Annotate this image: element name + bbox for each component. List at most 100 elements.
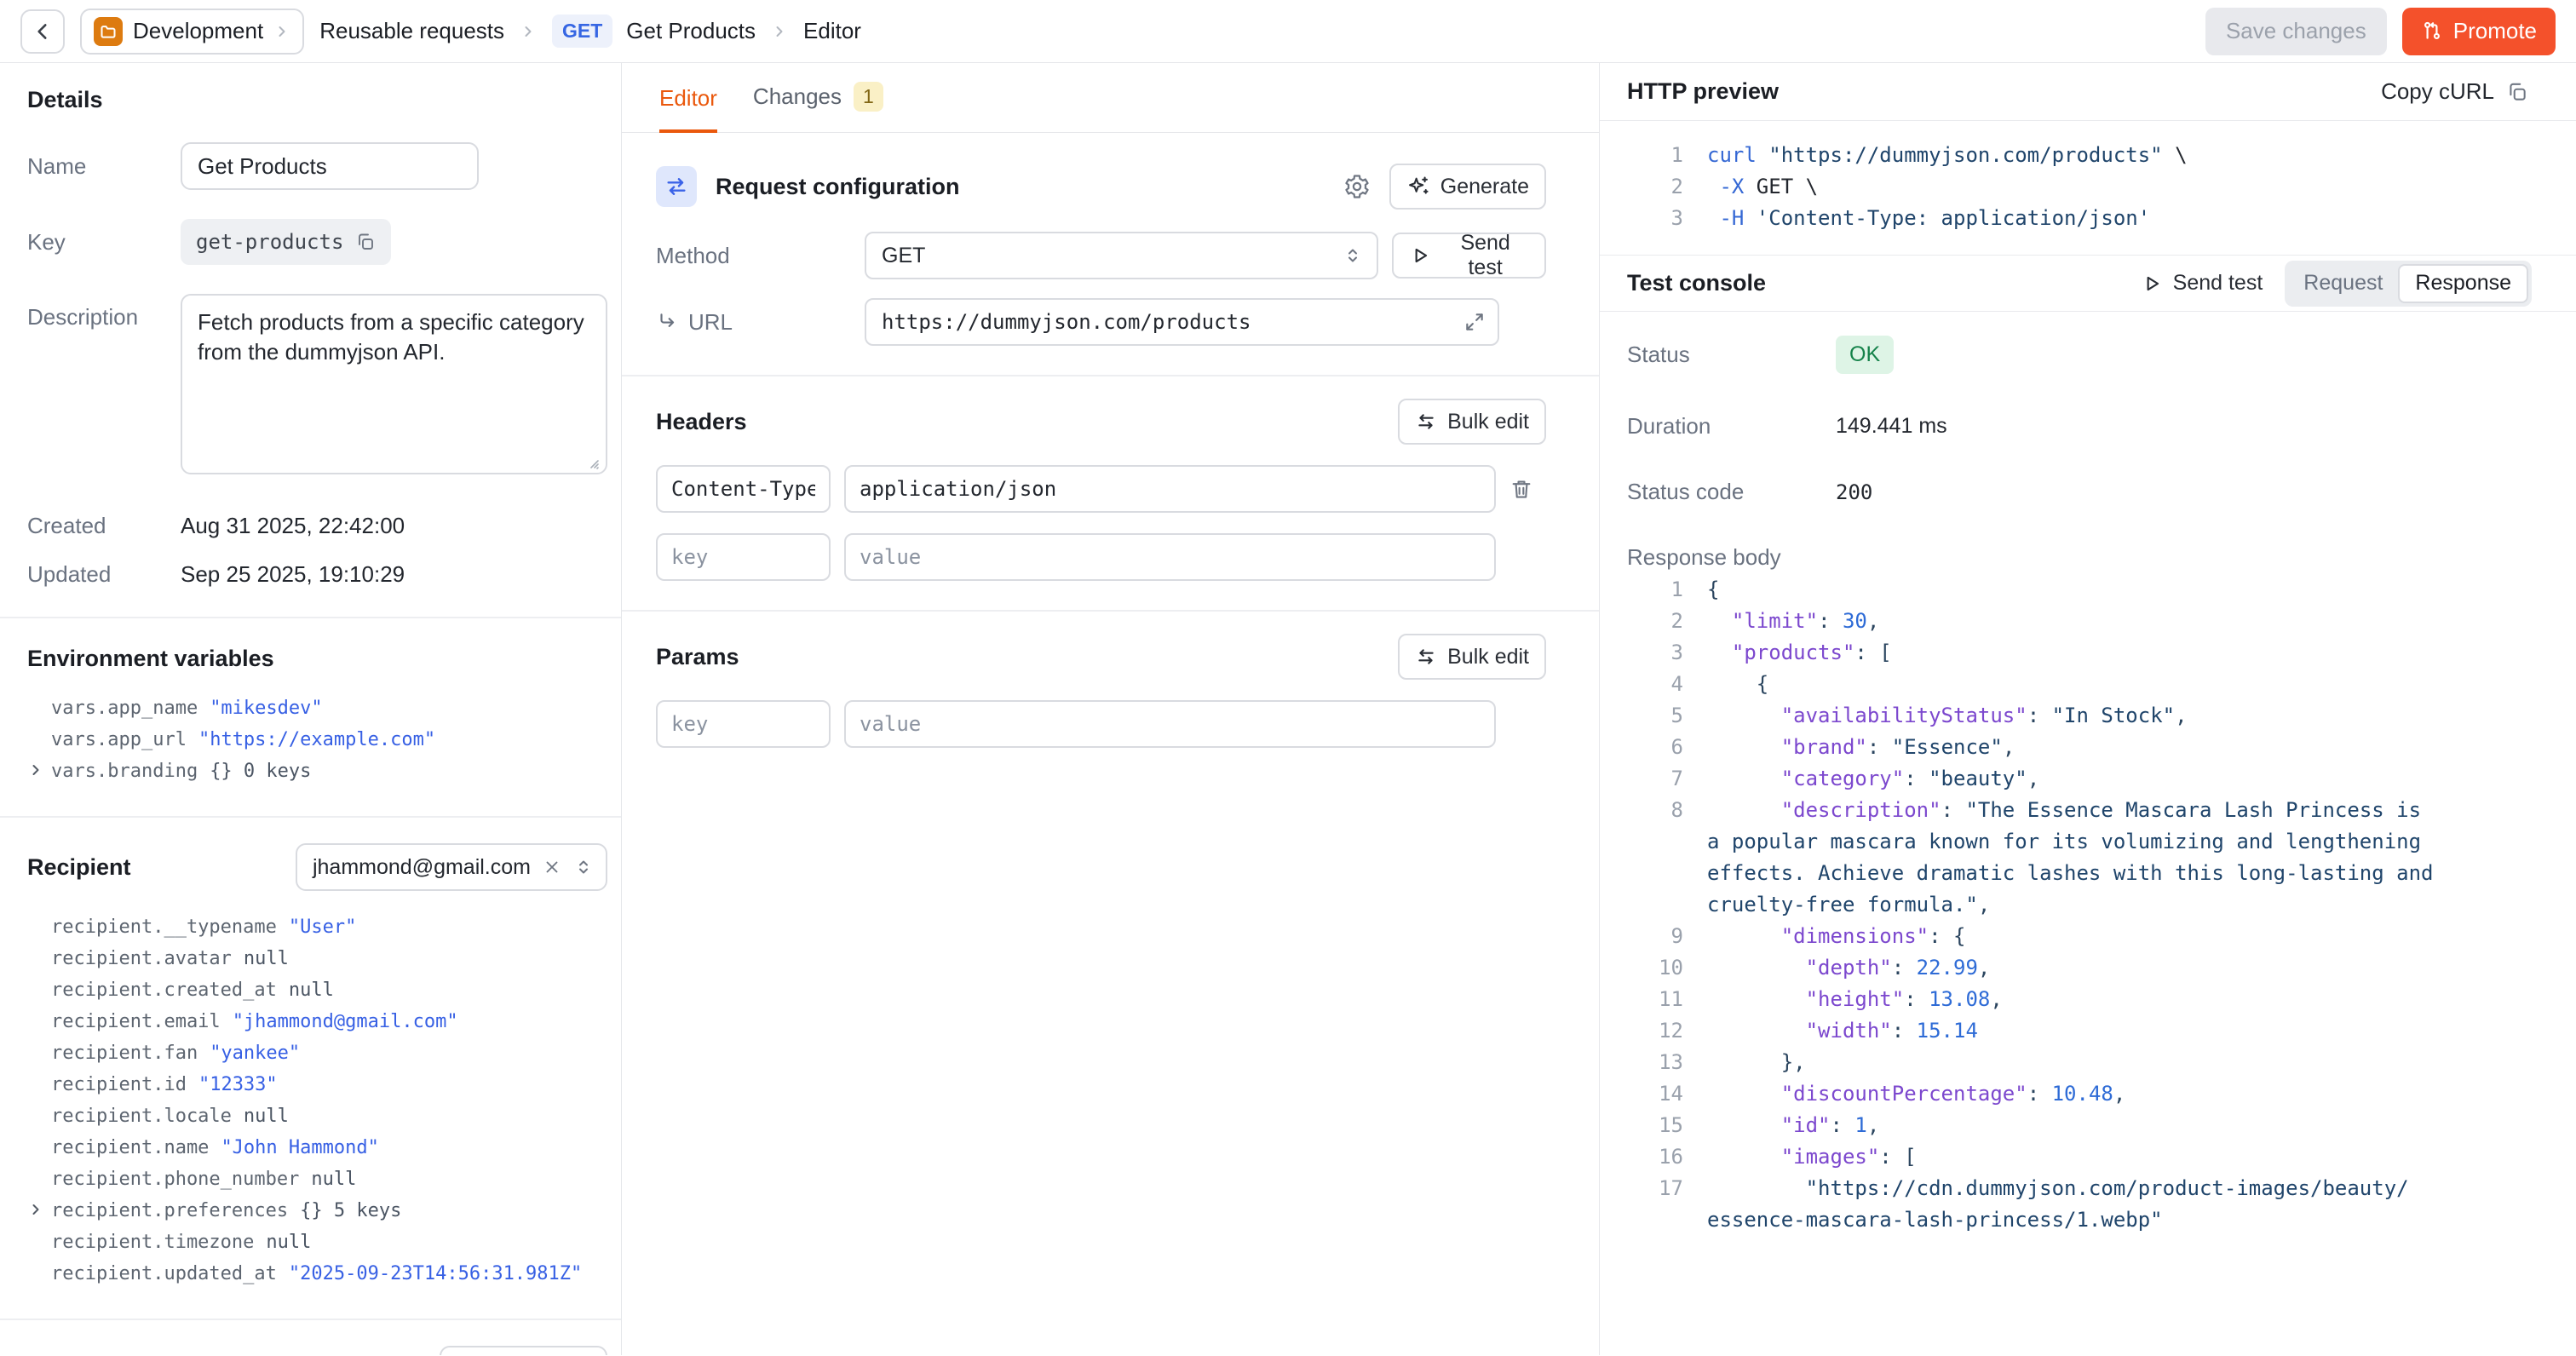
environment-variables-list: vars.app_name"mikesdev"vars.app_url"http… xyxy=(27,692,607,787)
tab-editor-label: Editor xyxy=(659,85,717,112)
method-value: GET xyxy=(882,244,925,268)
headers-rows xyxy=(656,465,1546,513)
console-send-test-button[interactable]: Send test xyxy=(2141,271,2263,296)
promote-button[interactable]: Promote xyxy=(2402,8,2556,55)
params-bulk-edit-label: Bulk edit xyxy=(1447,645,1529,669)
code-line: essence-mascara-lash-princess/1.webp" xyxy=(1627,1204,2550,1236)
line-number: 13 xyxy=(1627,1047,1683,1078)
param-key-input-empty[interactable] xyxy=(656,700,831,748)
url-input[interactable]: https://dummyjson.com/products xyxy=(865,298,1499,346)
tab-changes[interactable]: Changes 1 xyxy=(753,82,883,132)
code-line: 14 "discountPercentage": 10.48, xyxy=(1627,1078,2550,1110)
editor-panel: Editor Changes 1 Request configuration G… xyxy=(622,63,1600,1355)
gear-icon[interactable] xyxy=(1343,173,1371,200)
breadcrumb-reusable-requests[interactable]: Reusable requests xyxy=(319,18,504,44)
chevron-up-down-icon xyxy=(1343,245,1363,266)
chevron-up-down-icon xyxy=(573,857,594,877)
section-divider xyxy=(0,1319,621,1320)
headers-bulk-edit-button[interactable]: Bulk edit xyxy=(1398,399,1546,445)
params-bulk-edit-button[interactable]: Bulk edit xyxy=(1398,634,1546,680)
copy-key-icon[interactable] xyxy=(355,232,376,252)
property-key: recipient.updated_at xyxy=(51,1258,277,1290)
line-number: 2 xyxy=(1627,606,1683,637)
delete-header-icon[interactable] xyxy=(1509,477,1533,501)
name-input[interactable] xyxy=(181,142,479,190)
recipient-select[interactable]: jhammond@gmail.com xyxy=(296,843,607,891)
recipient-property-row: recipient.timezonenull xyxy=(27,1227,607,1258)
actor-select[interactable]: Select user xyxy=(440,1346,607,1355)
clear-recipient-icon[interactable] xyxy=(543,858,561,876)
param-value-input-empty[interactable] xyxy=(844,700,1496,748)
header-value-input-empty[interactable] xyxy=(844,533,1496,581)
line-number: 9 xyxy=(1627,921,1683,952)
resize-handle-icon[interactable] xyxy=(584,453,601,470)
top-bar: Development Reusable requests GET Get Pr… xyxy=(0,0,2576,63)
code-line: effects. Achieve dramatic lashes with th… xyxy=(1627,858,2550,889)
branch-icon xyxy=(2421,20,2443,43)
updated-label: Updated xyxy=(27,561,181,588)
method-select[interactable]: GET xyxy=(865,232,1378,279)
header-key-input[interactable] xyxy=(656,465,831,513)
recipient-property-row: recipient.localenull xyxy=(27,1100,607,1132)
code-text: "products": [ xyxy=(1707,637,1892,669)
duration-label: Duration xyxy=(1627,413,1836,440)
send-test-button[interactable]: Send test xyxy=(1392,233,1546,279)
code-text: a popular mascara known for its volumizi… xyxy=(1707,826,2421,858)
code-text: "dimensions": { xyxy=(1707,921,1965,952)
line-number xyxy=(1627,858,1683,889)
property-key: vars.app_url xyxy=(51,724,187,756)
property-key: recipient.timezone xyxy=(51,1227,254,1258)
generate-button[interactable]: Generate xyxy=(1389,164,1546,210)
bulk-edit-icon xyxy=(1415,411,1437,433)
url-value: https://dummyjson.com/products xyxy=(882,310,1251,334)
property-value: {} 0 keys xyxy=(210,756,311,787)
play-icon xyxy=(1409,244,1431,267)
code-text: -H 'Content-Type: application/json' xyxy=(1707,203,2150,234)
code-line: 13 }, xyxy=(1627,1047,2550,1078)
line-number: 7 xyxy=(1627,763,1683,795)
test-console-title: Test console xyxy=(1627,270,1766,296)
code-text: essence-mascara-lash-princess/1.webp" xyxy=(1707,1204,2163,1236)
recipient-property-row: recipient.email"jhammond@gmail.com" xyxy=(27,1006,607,1037)
key-value: get-products xyxy=(196,230,343,254)
expand-icon[interactable] xyxy=(1463,311,1486,333)
folder-icon xyxy=(94,17,123,46)
expand-chevron-icon[interactable] xyxy=(27,1201,44,1218)
request-config-title: Request configuration xyxy=(716,174,960,200)
code-line: 6 "brand": "Essence", xyxy=(1627,732,2550,763)
http-preview-title: HTTP preview xyxy=(1627,78,1779,105)
property-key: recipient.email xyxy=(51,1006,221,1037)
request-config-icon xyxy=(656,166,697,207)
recipient-property-row: recipient.id"12333" xyxy=(27,1069,607,1100)
copy-curl-button[interactable]: Copy cURL xyxy=(2381,78,2528,105)
expand-chevron-icon[interactable] xyxy=(27,761,44,779)
line-number: 6 xyxy=(1627,732,1683,763)
toggle-request[interactable]: Request xyxy=(2288,264,2398,303)
back-button[interactable] xyxy=(20,9,65,54)
line-number xyxy=(1627,826,1683,858)
line-number: 11 xyxy=(1627,984,1683,1015)
curl-preview-code: 1curl "https://dummyjson.com/products" \… xyxy=(1600,121,2576,256)
back-chevron-icon xyxy=(32,20,54,43)
env-var-row: vars.app_url"https://example.com" xyxy=(27,724,607,756)
code-text: "https://cdn.dummyjson.com/product-image… xyxy=(1707,1173,2409,1204)
code-text: -X GET \ xyxy=(1707,171,1818,203)
code-line: 9 "dimensions": { xyxy=(1627,921,2550,952)
toggle-response[interactable]: Response xyxy=(2398,264,2528,303)
property-value: "12333" xyxy=(198,1069,278,1100)
property-key: recipient.__typename xyxy=(51,911,277,943)
property-value: "2025-09-23T14:56:31.981Z" xyxy=(289,1258,582,1290)
code-text: "brand": "Essence", xyxy=(1707,732,2015,763)
line-number: 3 xyxy=(1627,637,1683,669)
breadcrumb-request-name[interactable]: Get Products xyxy=(626,18,756,44)
environment-switcher[interactable]: Development xyxy=(80,9,304,55)
description-textarea[interactable]: Fetch products from a specific category … xyxy=(181,294,607,474)
recipient-property-row: recipient.name"John Hammond" xyxy=(27,1132,607,1164)
header-value-input[interactable] xyxy=(844,465,1496,513)
save-changes-button[interactable]: Save changes xyxy=(2205,8,2387,55)
environment-name: Development xyxy=(133,18,263,44)
header-key-input-empty[interactable] xyxy=(656,533,831,581)
tab-editor[interactable]: Editor xyxy=(659,85,717,132)
status-code-label: Status code xyxy=(1627,479,1836,505)
property-value: null xyxy=(244,1100,289,1132)
